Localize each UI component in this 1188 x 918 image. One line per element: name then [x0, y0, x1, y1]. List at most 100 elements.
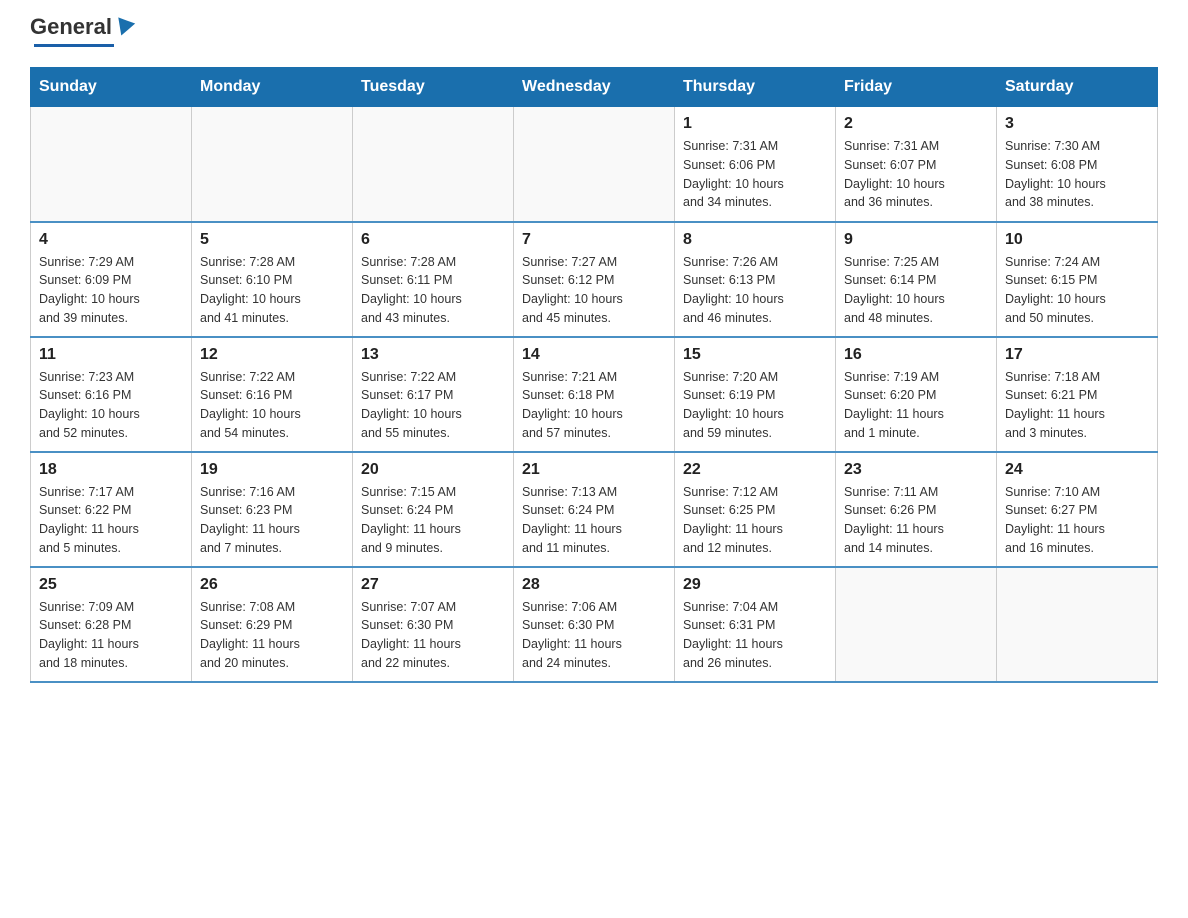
day-number: 20 — [361, 461, 505, 479]
calendar-cell: 4 Sunrise: 7:29 AMSunset: 6:09 PMDaylight… — [31, 222, 192, 337]
calendar-cell: 28Sunrise: 7:06 AMSunset: 6:30 PMDayligh… — [514, 567, 675, 682]
day-info: Sunrise: 7:06 AMSunset: 6:30 PMDaylight:… — [522, 598, 666, 673]
day-number: 21 — [522, 461, 666, 479]
calendar-table: SundayMondayTuesdayWednesdayThursdayFrid… — [30, 67, 1158, 683]
calendar-cell: 5 Sunrise: 7:28 AMSunset: 6:10 PMDaylight… — [192, 222, 353, 337]
calendar-cell: 10 Sunrise: 7:24 AMSunset: 6:15 PMDayligh… — [997, 222, 1158, 337]
day-info: Sunrise: 7:15 AMSunset: 6:24 PMDaylight:… — [361, 483, 505, 558]
day-info: Sunrise: 7:04 AMSunset: 6:31 PMDaylight:… — [683, 598, 827, 673]
day-number: 10 — [1005, 231, 1149, 249]
day-number: 16 — [844, 346, 988, 364]
day-info: Sunrise: 7:12 AMSunset: 6:25 PMDaylight:… — [683, 483, 827, 558]
day-number: 12 — [200, 346, 344, 364]
day-info: Sunrise: 7:16 AMSunset: 6:23 PMDaylight:… — [200, 483, 344, 558]
day-info: Sunrise: 7:20 AMSunset: 6:19 PMDaylight:… — [683, 368, 827, 443]
logo-triangle-icon2 — [113, 17, 135, 38]
calendar-cell — [514, 107, 675, 222]
calendar-week-row: 18 Sunrise: 7:17 AMSunset: 6:22 PMDayligh… — [31, 452, 1158, 567]
logo: General — [30, 20, 133, 47]
day-info: Sunrise: 7:22 AMSunset: 6:16 PMDaylight:… — [200, 368, 344, 443]
weekday-header-friday: Friday — [836, 68, 997, 107]
day-info: Sunrise: 7:28 AMSunset: 6:10 PMDaylight:… — [200, 253, 344, 328]
calendar-cell — [836, 567, 997, 682]
calendar-cell: 27 Sunrise: 7:07 AMSunset: 6:30 PMDayligh… — [353, 567, 514, 682]
day-info: Sunrise: 7:25 AMSunset: 6:14 PMDaylight:… — [844, 253, 988, 328]
calendar-cell: 14 Sunrise: 7:21 AMSunset: 6:18 PMDayligh… — [514, 337, 675, 452]
day-info: Sunrise: 7:09 AMSunset: 6:28 PMDaylight:… — [39, 598, 183, 673]
day-info: Sunrise: 7:10 AMSunset: 6:27 PMDaylight:… — [1005, 483, 1149, 558]
calendar-week-row: 25 Sunrise: 7:09 AMSunset: 6:28 PMDayligh… — [31, 567, 1158, 682]
day-number: 14 — [522, 346, 666, 364]
day-number: 2 — [844, 115, 988, 133]
day-number: 13 — [361, 346, 505, 364]
calendar-cell: 25 Sunrise: 7:09 AMSunset: 6:28 PMDayligh… — [31, 567, 192, 682]
calendar-cell: 21 Sunrise: 7:13 AMSunset: 6:24 PMDayligh… — [514, 452, 675, 567]
weekday-header-tuesday: Tuesday — [353, 68, 514, 107]
day-info: Sunrise: 7:31 AMSunset: 6:06 PMDaylight:… — [683, 137, 827, 212]
weekday-header-row: SundayMondayTuesdayWednesdayThursdayFrid… — [31, 68, 1158, 107]
calendar-cell: 3 Sunrise: 7:30 AMSunset: 6:08 PMDaylight… — [997, 107, 1158, 222]
weekday-header-saturday: Saturday — [997, 68, 1158, 107]
weekday-header-wednesday: Wednesday — [514, 68, 675, 107]
day-info: Sunrise: 7:17 AMSunset: 6:22 PMDaylight:… — [39, 483, 183, 558]
calendar-cell: 2 Sunrise: 7:31 AMSunset: 6:07 PMDaylight… — [836, 107, 997, 222]
calendar-cell: 23Sunrise: 7:11 AMSunset: 6:26 PMDayligh… — [836, 452, 997, 567]
calendar-cell: 8 Sunrise: 7:26 AMSunset: 6:13 PMDaylight… — [675, 222, 836, 337]
day-info: Sunrise: 7:08 AMSunset: 6:29 PMDaylight:… — [200, 598, 344, 673]
calendar-cell: 7 Sunrise: 7:27 AMSunset: 6:12 PMDaylight… — [514, 222, 675, 337]
day-number: 11 — [39, 346, 183, 364]
page-header: General — [30, 20, 1158, 47]
calendar-cell — [31, 107, 192, 222]
day-number: 8 — [683, 231, 827, 249]
calendar-cell: 6Sunrise: 7:28 AMSunset: 6:11 PMDaylight… — [353, 222, 514, 337]
day-info: Sunrise: 7:11 AMSunset: 6:26 PMDaylight:… — [844, 483, 988, 558]
weekday-header-monday: Monday — [192, 68, 353, 107]
day-number: 24 — [1005, 461, 1149, 479]
day-number: 29 — [683, 576, 827, 594]
day-number: 27 — [361, 576, 505, 594]
day-info: Sunrise: 7:30 AMSunset: 6:08 PMDaylight:… — [1005, 137, 1149, 212]
calendar-cell: 20 Sunrise: 7:15 AMSunset: 6:24 PMDayligh… — [353, 452, 514, 567]
day-number: 5 — [200, 231, 344, 249]
day-number: 1 — [683, 115, 827, 133]
day-info: Sunrise: 7:31 AMSunset: 6:07 PMDaylight:… — [844, 137, 988, 212]
calendar-cell: 15Sunrise: 7:20 AMSunset: 6:19 PMDayligh… — [675, 337, 836, 452]
calendar-cell: 12 Sunrise: 7:22 AMSunset: 6:16 PMDayligh… — [192, 337, 353, 452]
day-number: 6 — [361, 231, 505, 249]
day-number: 18 — [39, 461, 183, 479]
calendar-week-row: 1 Sunrise: 7:31 AMSunset: 6:06 PMDaylight… — [31, 107, 1158, 222]
day-info: Sunrise: 7:13 AMSunset: 6:24 PMDaylight:… — [522, 483, 666, 558]
calendar-cell — [353, 107, 514, 222]
day-info: Sunrise: 7:07 AMSunset: 6:30 PMDaylight:… — [361, 598, 505, 673]
day-info: Sunrise: 7:18 AMSunset: 6:21 PMDaylight:… — [1005, 368, 1149, 443]
calendar-cell: 11 Sunrise: 7:23 AMSunset: 6:16 PMDayligh… — [31, 337, 192, 452]
calendar-cell — [997, 567, 1158, 682]
day-info: Sunrise: 7:29 AMSunset: 6:09 PMDaylight:… — [39, 253, 183, 328]
day-number: 19 — [200, 461, 344, 479]
calendar-cell: 18 Sunrise: 7:17 AMSunset: 6:22 PMDayligh… — [31, 452, 192, 567]
day-number: 7 — [522, 231, 666, 249]
calendar-cell: 29 Sunrise: 7:04 AMSunset: 6:31 PMDayligh… — [675, 567, 836, 682]
calendar-cell: 9 Sunrise: 7:25 AMSunset: 6:14 PMDaylight… — [836, 222, 997, 337]
calendar-cell: 1 Sunrise: 7:31 AMSunset: 6:06 PMDaylight… — [675, 107, 836, 222]
day-info: Sunrise: 7:23 AMSunset: 6:16 PMDaylight:… — [39, 368, 183, 443]
day-info: Sunrise: 7:24 AMSunset: 6:15 PMDaylight:… — [1005, 253, 1149, 328]
day-info: Sunrise: 7:21 AMSunset: 6:18 PMDaylight:… — [522, 368, 666, 443]
day-number: 4 — [39, 231, 183, 249]
calendar-cell: 17Sunrise: 7:18 AMSunset: 6:21 PMDayligh… — [997, 337, 1158, 452]
day-number: 22 — [683, 461, 827, 479]
day-number: 25 — [39, 576, 183, 594]
day-number: 9 — [844, 231, 988, 249]
weekday-header-thursday: Thursday — [675, 68, 836, 107]
calendar-cell: 22 Sunrise: 7:12 AMSunset: 6:25 PMDayligh… — [675, 452, 836, 567]
day-info: Sunrise: 7:26 AMSunset: 6:13 PMDaylight:… — [683, 253, 827, 328]
day-number: 3 — [1005, 115, 1149, 133]
day-info: Sunrise: 7:27 AMSunset: 6:12 PMDaylight:… — [522, 253, 666, 328]
calendar-cell: 26Sunrise: 7:08 AMSunset: 6:29 PMDayligh… — [192, 567, 353, 682]
day-info: Sunrise: 7:19 AMSunset: 6:20 PMDaylight:… — [844, 368, 988, 443]
day-info: Sunrise: 7:22 AMSunset: 6:17 PMDaylight:… — [361, 368, 505, 443]
calendar-week-row: 11 Sunrise: 7:23 AMSunset: 6:16 PMDayligh… — [31, 337, 1158, 452]
calendar-cell — [192, 107, 353, 222]
calendar-cell: 19 Sunrise: 7:16 AMSunset: 6:23 PMDayligh… — [192, 452, 353, 567]
logo-general-text2: General — [30, 14, 112, 40]
